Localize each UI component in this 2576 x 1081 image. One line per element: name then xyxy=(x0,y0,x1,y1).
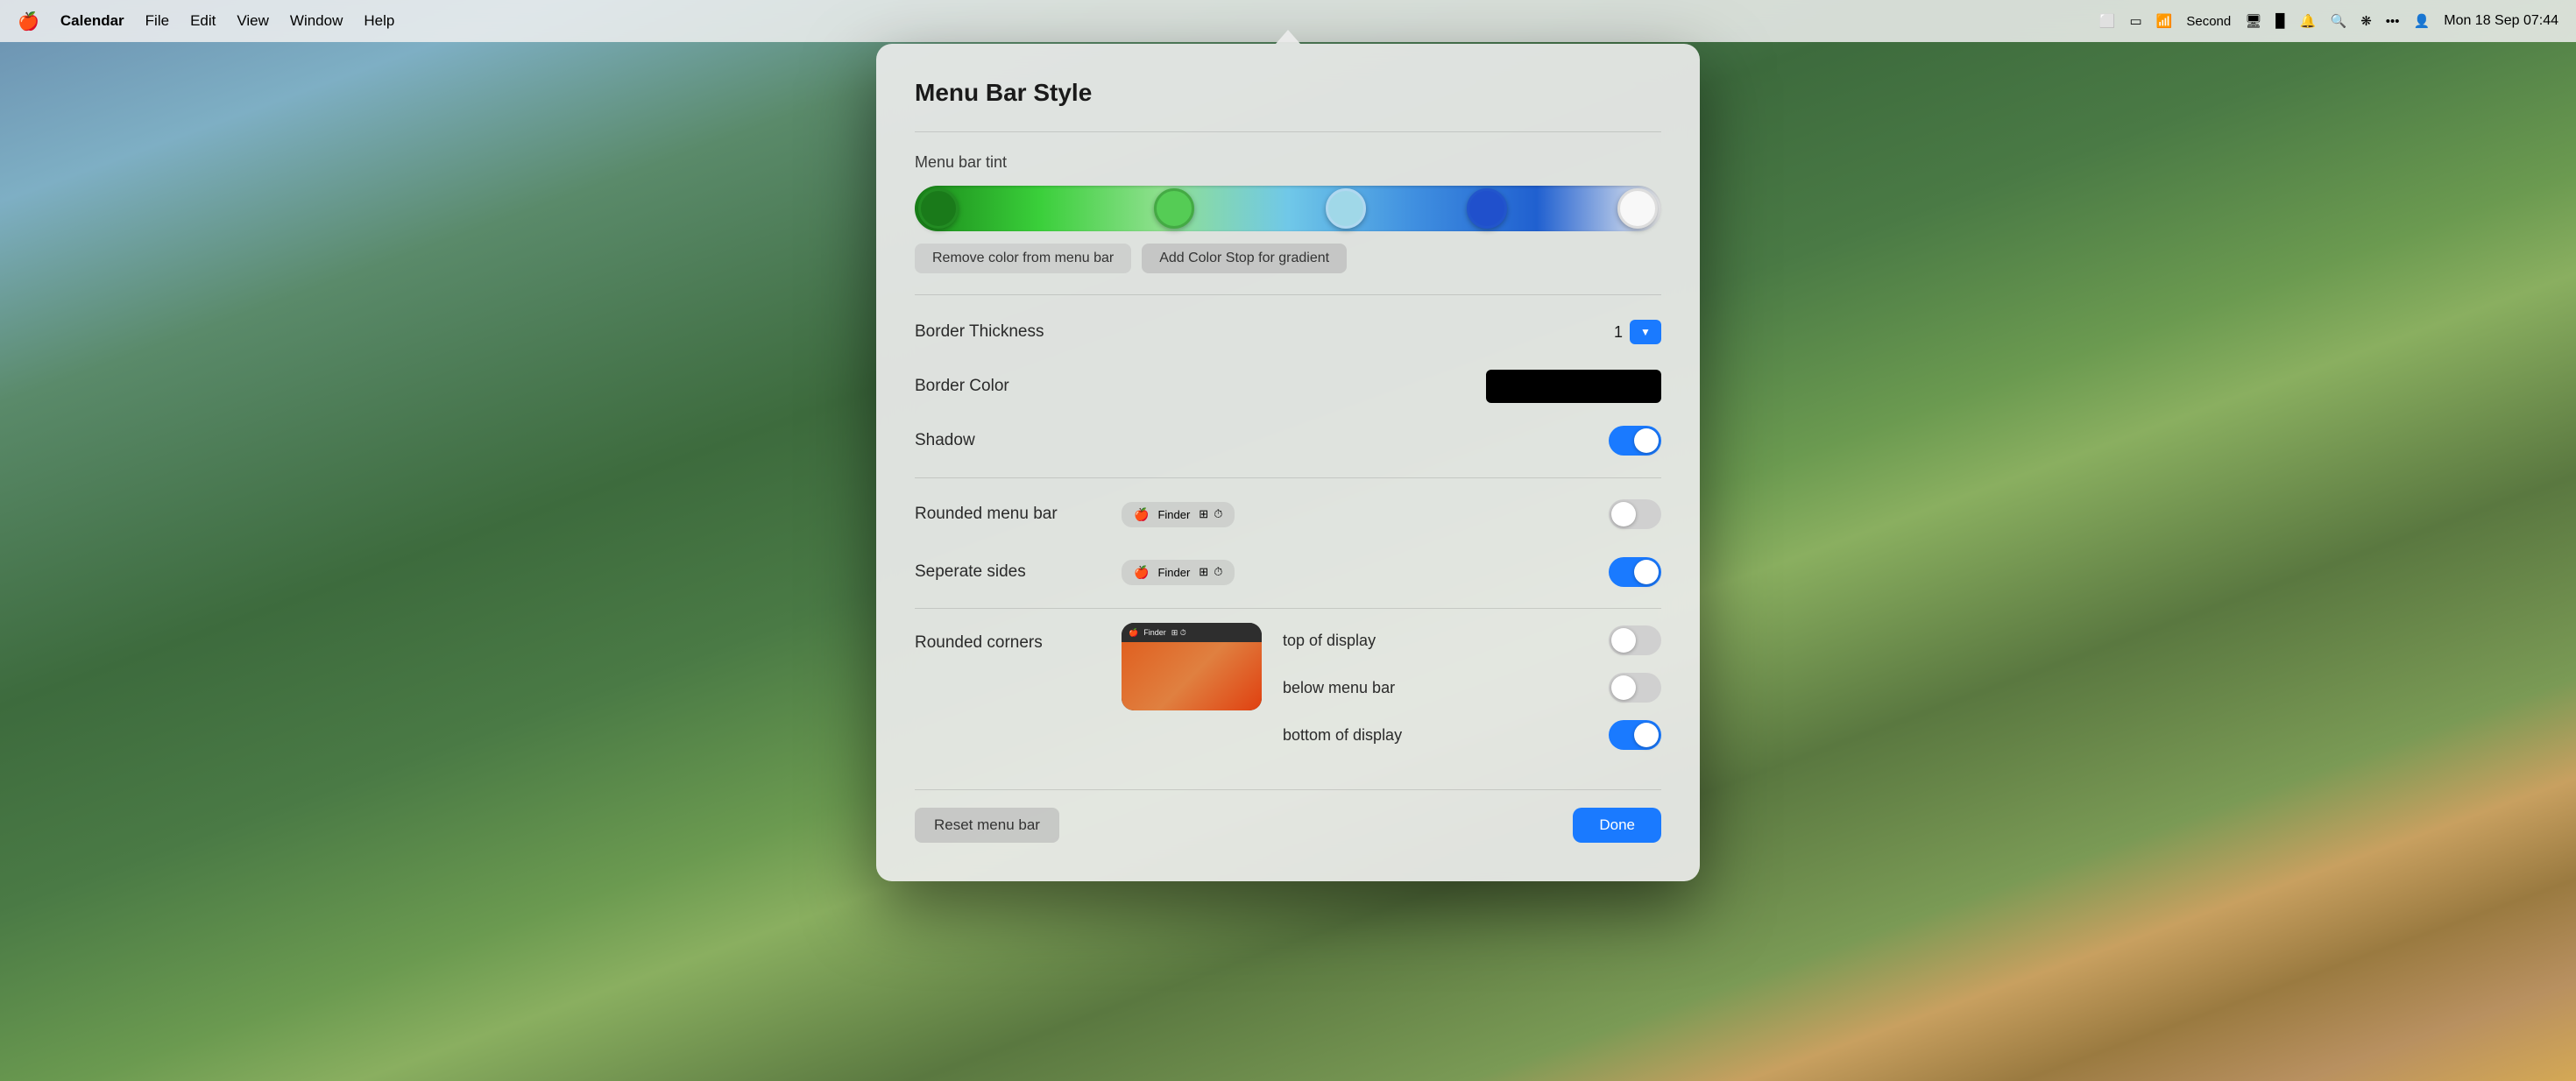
thickness-value: 1 xyxy=(1614,323,1623,342)
battery-icon: ▭ xyxy=(2129,13,2141,29)
gradient-bar[interactable] xyxy=(915,186,1661,231)
battery-level-icon: ▉ xyxy=(2275,13,2286,29)
rounded-corners-section: Rounded corners 🍎 Finder ⊞ ⏱ top of disp… xyxy=(915,608,1661,765)
separate-sides-toggle-knob xyxy=(1634,560,1659,584)
top-of-display-toggle[interactable] xyxy=(1609,625,1661,655)
screen-record-icon: ⬜ xyxy=(2099,13,2116,29)
preview-icons-2: ⊞ ⏱ xyxy=(1199,565,1222,579)
preview-icons: ⊞ ⏱ xyxy=(1199,507,1222,521)
separate-sides-row: Seperate sides 🍎 Finder ⊞ ⏱ xyxy=(915,550,1661,594)
menu-window[interactable]: Window xyxy=(290,12,343,30)
dialog-title: Menu Bar Style xyxy=(915,79,1661,107)
shadow-row: Shadow xyxy=(915,421,1661,460)
tint-label: Menu bar tint xyxy=(915,153,1661,172)
chevron-down-icon: ▼ xyxy=(1640,326,1651,338)
datetime-display: Mon 18 Sep 07:44 xyxy=(2444,13,2558,29)
thickness-dropdown-button[interactable]: ▼ xyxy=(1630,320,1661,344)
tint-buttons: Remove color from menu bar Add Color Sto… xyxy=(915,244,1661,273)
corners-apple-icon: 🍎 xyxy=(1129,628,1138,638)
thickness-dropdown[interactable]: 1 ▼ xyxy=(1614,320,1661,344)
corners-preview-screen xyxy=(1122,642,1262,710)
color-stop-3[interactable] xyxy=(1326,188,1366,229)
separate-sides-toggle[interactable] xyxy=(1609,557,1661,587)
preview-apple-icon-2: 🍎 xyxy=(1134,565,1149,580)
notification-icon: 🔔 xyxy=(2300,13,2317,29)
border-color-label: Border Color xyxy=(915,377,1108,396)
below-menu-bar-toggle[interactable] xyxy=(1609,673,1661,703)
corners-finder-text: Finder xyxy=(1143,628,1166,637)
dialog-footer: Reset menu bar Done xyxy=(915,789,1661,843)
menu-edit[interactable]: Edit xyxy=(190,12,216,30)
preview-clock-icon-2: ⏱ xyxy=(1214,565,1222,579)
border-thickness-row: Border Thickness 1 ▼ xyxy=(915,313,1661,351)
menu-bar-left: 🍎 Calendar File Edit View Window Help xyxy=(18,11,394,32)
corners-toggles: top of display below menu bar bottom of … xyxy=(1283,623,1661,765)
corners-preview: 🍎 Finder ⊞ ⏱ xyxy=(1122,623,1262,710)
preview-finder-text-2: Finder xyxy=(1157,566,1190,579)
second-label: Second xyxy=(2186,14,2231,29)
reset-menu-bar-button[interactable]: Reset menu bar xyxy=(915,808,1059,843)
color-stop-5[interactable] xyxy=(1617,188,1658,229)
bottom-of-display-toggle-knob xyxy=(1634,723,1659,747)
user-icon: 👤 xyxy=(2414,13,2431,29)
rounded-section: Rounded menu bar 🍎 Finder ⊞ ⏱ Seperate s… xyxy=(915,477,1661,608)
separate-sides-label: Seperate sides xyxy=(915,562,1108,582)
corners-preview-menubar: 🍎 Finder ⊞ ⏱ xyxy=(1122,623,1262,642)
border-shadow-section: Border Thickness 1 ▼ Border Color Shadow xyxy=(915,294,1661,477)
preview-grid-icon: ⊞ xyxy=(1199,507,1208,521)
bottom-of-display-label: bottom of display xyxy=(1283,726,1609,745)
bottom-of-display-toggle[interactable] xyxy=(1609,720,1661,750)
menu-view[interactable]: View xyxy=(237,12,269,30)
rounded-corners-label: Rounded corners xyxy=(915,623,1108,653)
border-thickness-label: Border Thickness xyxy=(915,322,1108,342)
preview-apple-icon: 🍎 xyxy=(1134,507,1149,522)
top-of-display-label: top of display xyxy=(1283,632,1609,650)
border-color-swatch[interactable] xyxy=(1486,370,1661,403)
search-icon[interactable]: 🔍 xyxy=(2331,13,2347,29)
add-color-stop-button[interactable]: Add Color Stop for gradient xyxy=(1142,244,1347,273)
preview-grid-icon-2: ⊞ xyxy=(1199,565,1208,579)
done-button[interactable]: Done xyxy=(1573,808,1661,843)
app-name[interactable]: Calendar xyxy=(60,12,124,30)
menu-bar-right: ⬜ ▭ 📶 Second 🖥 ▉ 🔔 🔍 ❋ ••• 👤 Mon 18 Sep … xyxy=(2099,13,2558,29)
color-stop-1[interactable] xyxy=(918,188,959,229)
color-stop-2[interactable] xyxy=(1154,188,1194,229)
border-color-row: Border Color xyxy=(915,367,1661,406)
corners-icons: ⊞ ⏱ xyxy=(1171,628,1186,638)
rounded-menu-bar-preview: 🍎 Finder ⊞ ⏱ xyxy=(1122,502,1235,527)
rounded-menu-bar-toggle[interactable] xyxy=(1609,499,1661,529)
apple-logo-icon[interactable]: 🍎 xyxy=(18,11,39,32)
menu-bar-style-dialog: Menu Bar Style Menu bar tint Remove colo… xyxy=(876,44,1700,881)
top-of-display-row: top of display xyxy=(1283,623,1661,658)
bottom-of-display-row: bottom of display xyxy=(1283,717,1661,752)
below-menu-bar-row: below menu bar xyxy=(1283,670,1661,705)
tint-section: Menu bar tint Remove color from menu bar… xyxy=(915,131,1661,294)
below-menu-bar-toggle-knob xyxy=(1611,675,1636,700)
rounded-menu-bar-row: Rounded menu bar 🍎 Finder ⊞ ⏱ xyxy=(915,492,1661,536)
rounded-menu-bar-label: Rounded menu bar xyxy=(915,505,1108,524)
display-icon: 🖥 xyxy=(2245,13,2261,29)
more-icon: ••• xyxy=(2386,14,2400,29)
preview-clock-icon: ⏱ xyxy=(1214,507,1222,521)
separate-sides-preview: 🍎 Finder ⊞ ⏱ xyxy=(1122,560,1235,585)
top-of-display-toggle-knob xyxy=(1611,628,1636,653)
wifi-icon: 📶 xyxy=(2156,13,2173,29)
shadow-toggle-knob xyxy=(1634,428,1659,453)
gradient-bar-container xyxy=(915,186,1661,231)
menu-file[interactable]: File xyxy=(145,12,169,30)
dropbox-icon: ❋ xyxy=(2360,13,2372,29)
remove-color-button[interactable]: Remove color from menu bar xyxy=(915,244,1131,273)
color-stop-4[interactable] xyxy=(1467,188,1507,229)
preview-finder-text: Finder xyxy=(1157,508,1190,521)
rounded-menu-bar-toggle-knob xyxy=(1611,502,1636,526)
menu-help[interactable]: Help xyxy=(364,12,394,30)
below-menu-bar-label: below menu bar xyxy=(1283,679,1609,697)
shadow-toggle[interactable] xyxy=(1609,426,1661,456)
shadow-label: Shadow xyxy=(915,431,1108,450)
